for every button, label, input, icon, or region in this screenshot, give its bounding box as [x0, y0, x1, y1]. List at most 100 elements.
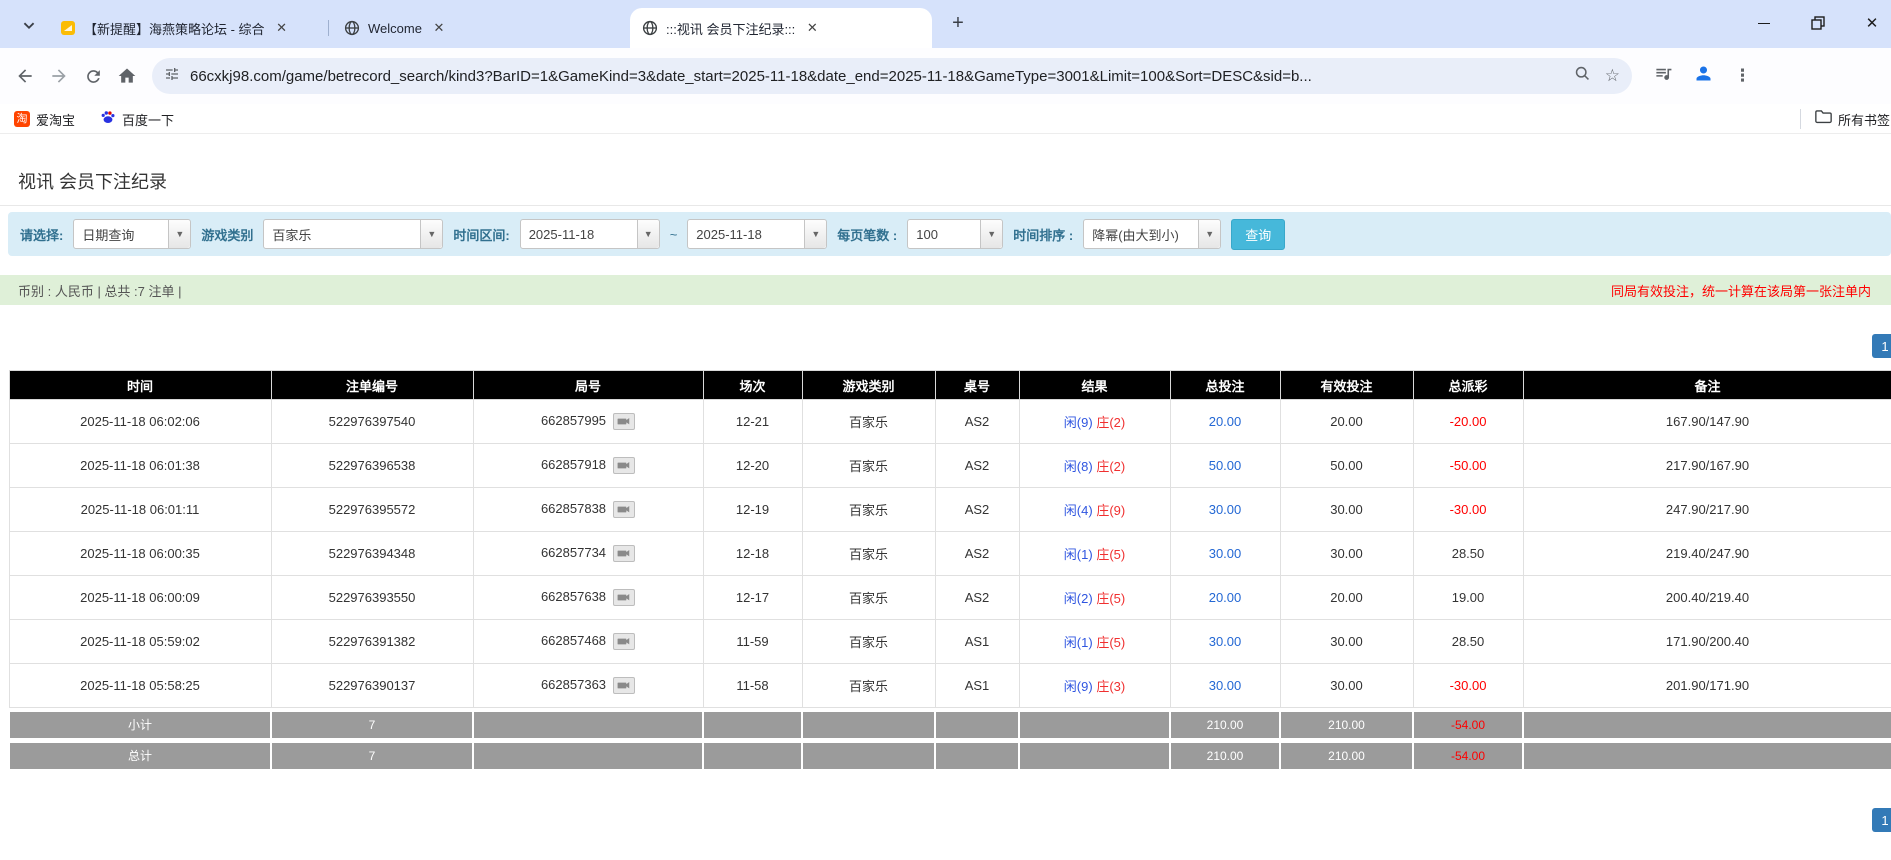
minimize-button[interactable] [1751, 10, 1777, 36]
cell-table-number: AS2 [934, 443, 1020, 488]
bookmark-star-icon[interactable]: ☆ [1605, 66, 1620, 86]
reload-button[interactable] [76, 59, 110, 93]
title-divider [0, 205, 1891, 206]
tab-close-icon[interactable]: ✕ [803, 19, 821, 37]
sort-select[interactable]: 降幂(由大到小) ▼ [1083, 219, 1222, 249]
query-mode-select[interactable]: 日期查询 ▼ [73, 219, 192, 249]
cell-remark: 201.90/171.90 [1522, 663, 1891, 708]
pagination-page-1-top[interactable]: 1 [1872, 334, 1891, 358]
replay-video-icon[interactable] [613, 457, 636, 475]
currency-summary-text: 币别 : 人民币 | 总共 :7 注单 | [18, 283, 182, 299]
cell-time: 2025-11-18 06:00:35 [8, 531, 272, 576]
tab-close-icon[interactable]: ✕ [273, 19, 291, 37]
bookmarks-divider [1800, 109, 1801, 129]
bet-records-table: 时间 注单编号 局号 场次 游戏类别 桌号 结果 总投注 有效投注 总派彩 备注 2025-11-1… [8, 370, 1891, 771]
browser-toolbar: 66cxkj98.com/game/betrecord_search/kind3… [0, 48, 1891, 104]
column-header: 场次 [702, 370, 803, 400]
total-bet-link[interactable]: 20.00 [1209, 590, 1242, 605]
result-player: 闲(9) [1063, 415, 1093, 430]
summary-cell: 7 [270, 709, 474, 740]
round-number: 662857734 [540, 544, 607, 560]
date-start-select[interactable]: 2025-11-18 ▼ [519, 219, 660, 249]
bookmarks-bar: 淘 爱淘宝 百度一下 所有书签 [0, 104, 1891, 134]
date-end-select[interactable]: 2025-11-18 ▼ [687, 219, 828, 249]
replay-video-icon[interactable] [613, 545, 636, 563]
game-type-select[interactable]: 百家乐 ▼ [263, 219, 444, 249]
summary-cell [1522, 740, 1891, 771]
total-bet-link[interactable]: 20.00 [1209, 414, 1242, 429]
chevron-down-icon: ▼ [804, 220, 827, 248]
replay-video-icon[interactable] [613, 633, 636, 651]
tab-bet-records[interactable]: :::视讯 会员下注纪录::: ✕ [630, 8, 932, 48]
round-number: 662857918 [540, 456, 607, 472]
game-type-label: 游戏类别 [201, 227, 254, 243]
total-bet-link[interactable]: 30.00 [1209, 634, 1242, 649]
globe-favicon-icon [642, 20, 658, 36]
address-bar[interactable]: 66cxkj98.com/game/betrecord_search/kind3… [152, 58, 1632, 94]
select-label: 请选择: [20, 227, 64, 243]
forward-button[interactable] [42, 59, 76, 93]
cell-round-number: 662857638 [472, 575, 704, 620]
summary-cell [702, 740, 803, 771]
media-controls-icon[interactable] [1654, 64, 1673, 88]
column-header: 总投注 [1169, 370, 1281, 400]
tab-close-icon[interactable]: ✕ [430, 19, 448, 37]
all-bookmarks-button[interactable]: 所有书签 [1815, 108, 1890, 130]
browser-window: 【新提醒】海燕策略论坛 - 综合 ✕ Welcome ✕ :::视讯 会员下注纪… [0, 0, 1891, 860]
table-row: 2025-11-18 06:01:38 522976396538 662857918… [8, 443, 1891, 488]
tab-search-chevron-icon[interactable] [18, 14, 40, 36]
chevron-down-icon: ▼ [168, 220, 191, 248]
summary-cell [801, 709, 936, 740]
bookmark-baidu[interactable]: 百度一下 [100, 108, 174, 130]
result-banker: 庄(9) [1096, 503, 1126, 518]
bookmark-aitaobao[interactable]: 淘 爱淘宝 [14, 108, 75, 130]
cell-session: 12-21 [702, 399, 803, 444]
zoom-icon[interactable] [1574, 65, 1591, 87]
cell-payout: -30.00 [1412, 487, 1524, 532]
table-row: 2025-11-18 05:58:25 522976390137 662857363… [8, 663, 1891, 708]
cell-table-number: AS2 [934, 487, 1020, 532]
total-bet-link[interactable]: 30.00 [1209, 546, 1242, 561]
summary-cell [801, 740, 936, 771]
date-range-tilde: ~ [669, 226, 678, 242]
cell-round-number: 662857468 [472, 619, 704, 664]
cell-table-number: AS1 [934, 619, 1020, 664]
home-button[interactable] [110, 59, 144, 93]
total-bet-link[interactable]: 30.00 [1209, 502, 1242, 517]
url-text[interactable]: 66cxkj98.com/game/betrecord_search/kind3… [190, 68, 1564, 85]
total-bet-link[interactable]: 30.00 [1209, 678, 1242, 693]
cell-valid-bet: 30.00 [1279, 531, 1414, 576]
summary-label: 总计 [8, 740, 272, 771]
new-tab-button[interactable]: + [946, 12, 970, 36]
chevron-down-icon: ▼ [636, 220, 659, 248]
round-number: 662857995 [540, 412, 607, 428]
restore-button[interactable] [1805, 10, 1831, 36]
notice-text: 同局有效投注，统一计算在该局第一张注单内 [1610, 283, 1871, 299]
menu-dots-icon[interactable]: ⋮ [1734, 66, 1751, 86]
replay-video-icon[interactable] [613, 589, 636, 607]
pagination-page-1-bottom[interactable]: 1 [1872, 808, 1891, 832]
filter-bar: 请选择: 日期查询 ▼ 游戏类别 百家乐 ▼ 时间区间: 2025-11-18 … [8, 212, 1891, 256]
tab-welcome[interactable]: Welcome ✕ [332, 8, 624, 48]
tab-strip: 【新提醒】海燕策略论坛 - 综合 ✕ Welcome ✕ :::视讯 会员下注纪… [0, 0, 1891, 48]
profile-avatar[interactable] [1693, 63, 1714, 89]
total-bet-link[interactable]: 50.00 [1209, 458, 1242, 473]
round-number: 662857363 [540, 676, 607, 692]
taobao-icon: 淘 [14, 111, 30, 127]
cell-table-number: AS2 [934, 575, 1020, 620]
tab-forum[interactable]: 【新提醒】海燕策略论坛 - 综合 ✕ [48, 8, 324, 48]
replay-video-icon[interactable] [613, 677, 636, 695]
page-size-select[interactable]: 100 ▼ [907, 219, 1004, 249]
back-button[interactable] [8, 59, 42, 93]
chevron-down-icon: ▼ [980, 220, 1003, 248]
close-window-button[interactable]: ✕ [1859, 10, 1885, 36]
site-settings-icon[interactable] [164, 66, 180, 87]
replay-video-icon[interactable] [613, 501, 636, 519]
replay-video-icon[interactable] [613, 413, 636, 431]
search-button[interactable]: 查询 [1231, 218, 1286, 250]
cell-bet-number: 522976393550 [270, 575, 474, 620]
cell-remark: 167.90/147.90 [1522, 399, 1891, 444]
cell-remark: 217.90/167.90 [1522, 443, 1891, 488]
cell-game-type: 百家乐 [801, 443, 936, 488]
summary-cell [934, 740, 1020, 771]
